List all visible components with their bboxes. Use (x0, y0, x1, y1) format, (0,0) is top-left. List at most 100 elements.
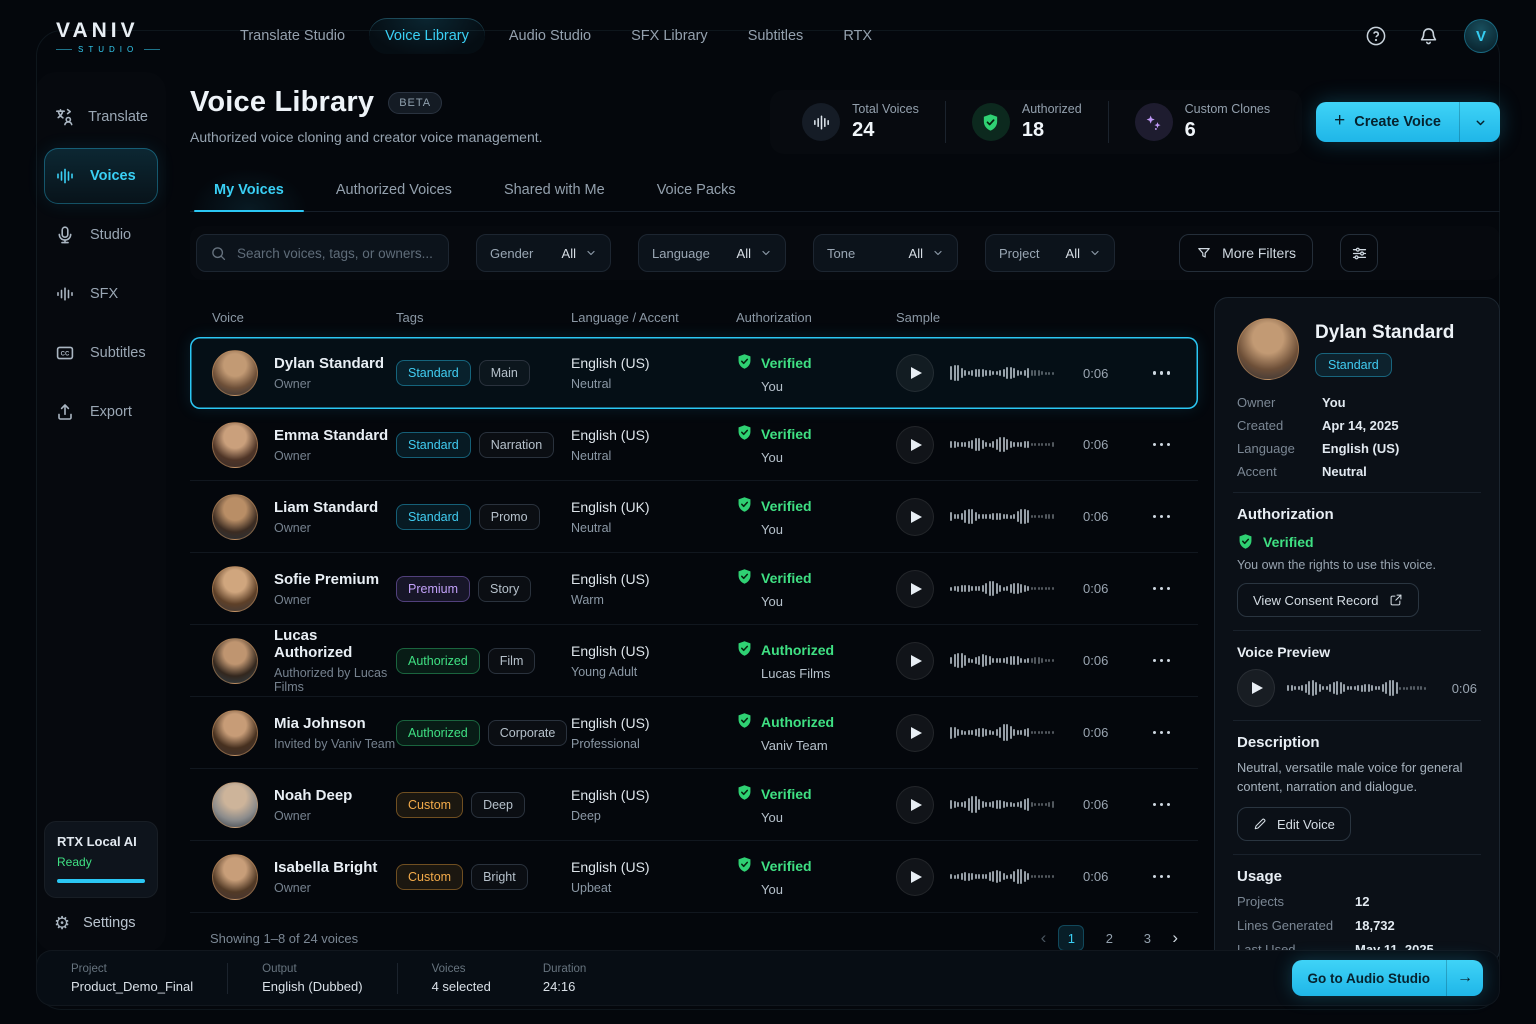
play-button[interactable] (896, 570, 934, 608)
tab-authorized-voices[interactable]: Authorized Voices (332, 172, 456, 211)
table-row[interactable]: Liam Standard Owner Standard Promo Engli… (190, 481, 1198, 553)
table-row[interactable]: Emma Standard Owner Standard Narration E… (190, 409, 1198, 481)
page-button-2[interactable]: 2 (1096, 925, 1122, 951)
user-avatar[interactable]: V (1464, 19, 1498, 53)
create-voice-button[interactable]: +Create Voice (1316, 102, 1500, 142)
view-options-button[interactable] (1340, 234, 1378, 272)
sample-duration: 0:06 (1083, 366, 1108, 381)
play-button[interactable] (896, 354, 934, 392)
voice-accent: Neutral (571, 377, 736, 391)
play-button[interactable] (896, 426, 934, 464)
play-button[interactable] (896, 642, 934, 680)
funnel-icon (1196, 245, 1212, 261)
row-menu-button[interactable] (1151, 797, 1173, 813)
voice-avatar (212, 566, 258, 612)
search-icon (210, 245, 227, 262)
filter-value: All (1040, 246, 1080, 261)
row-menu-button[interactable] (1151, 509, 1173, 525)
voice-name: Lucas Authorized (274, 627, 396, 661)
more-filters-button[interactable]: More Filters (1179, 234, 1313, 272)
voice-preview: 0:06 (1237, 669, 1477, 707)
topnav-tab-rtx[interactable]: RTX (827, 18, 888, 54)
language-filter[interactable]: Language All (638, 234, 786, 272)
voice-language: English (US) (571, 859, 736, 875)
stat-value: 6 (1185, 119, 1270, 142)
row-menu-button[interactable] (1151, 653, 1173, 669)
row-menu-button[interactable] (1151, 581, 1173, 597)
sidebar-item-studio[interactable]: Studio (44, 207, 158, 263)
bottombar-voices: Voices 4 selected (397, 963, 525, 994)
play-button[interactable] (896, 786, 934, 824)
prev-page-button[interactable]: ‹ (1041, 928, 1047, 948)
auth-by: You (761, 810, 896, 825)
chevron-down-icon (760, 247, 772, 259)
voice-avatar (212, 854, 258, 900)
voice-accent: Neutral (571, 449, 736, 463)
sidebar-item-settings[interactable]: ⚙ Settings (44, 898, 158, 938)
go-to-audio-studio-button[interactable]: Go to Audio Studio → (1292, 960, 1483, 996)
pencil-icon (1253, 817, 1267, 831)
tone-filter[interactable]: Tone All (813, 234, 958, 272)
project-filter[interactable]: Project All (985, 234, 1115, 272)
play-button[interactable] (896, 714, 934, 752)
play-icon (911, 367, 922, 379)
tab-voice-packs[interactable]: Voice Packs (653, 172, 740, 211)
voices-icon (54, 166, 76, 186)
brand-logo: VANIV STUDIO (56, 19, 166, 54)
topnav-tab-audio-studio[interactable]: Audio Studio (493, 18, 607, 54)
table-row[interactable]: Noah Deep Owner Custom Deep English (US)… (190, 769, 1198, 841)
sidebar-item-label: Studio (90, 227, 131, 243)
help-button[interactable] (1360, 20, 1392, 52)
authorization-status: Verified (1237, 533, 1477, 550)
bottombar-value: 24:16 (543, 979, 586, 994)
search-input[interactable] (237, 246, 435, 261)
topnav-tab-subtitles[interactable]: Subtitles (732, 18, 820, 54)
play-button[interactable] (896, 498, 934, 536)
sidebar-item-translate[interactable]: Translate (44, 89, 158, 145)
page-button-3[interactable]: 3 (1134, 925, 1160, 951)
preview-duration: 0:06 (1452, 681, 1477, 696)
row-menu-button[interactable] (1151, 365, 1173, 381)
create-voice-dropdown[interactable] (1460, 116, 1500, 129)
voice-tag-secondary: Corporate (488, 720, 568, 746)
column-header-sample: Sample (896, 310, 1198, 325)
table-row[interactable]: Dylan Standard Owner Standard Main Engli… (190, 337, 1198, 409)
view-consent-record-button[interactable]: View Consent Record (1237, 583, 1419, 617)
sidebar-item-export[interactable]: Export (44, 384, 158, 440)
preview-play-button[interactable] (1237, 669, 1275, 707)
sparkles-icon (1135, 103, 1173, 141)
tab-my-voices[interactable]: My Voices (210, 172, 288, 211)
next-page-button[interactable]: › (1172, 928, 1178, 948)
sidebar-item-sfx[interactable]: SFX (44, 266, 158, 322)
voice-avatar (212, 350, 258, 396)
sidebar-item-voices[interactable]: Voices (44, 148, 158, 204)
voice-tag-primary: Custom (396, 792, 463, 818)
create-voice-label: Create Voice (1354, 114, 1441, 130)
page-button-1[interactable]: 1 (1058, 925, 1084, 951)
auth-by: You (761, 594, 896, 609)
gender-filter[interactable]: Gender All (476, 234, 611, 272)
topnav-tab-sfx-library[interactable]: SFX Library (615, 18, 724, 54)
shield-check-icon (736, 496, 753, 516)
detail-info-list: Owner You Created Apr 14, 2025 Language … (1237, 395, 1477, 479)
stat-custom-clones: Custom Clones 6 (1108, 101, 1296, 143)
play-button[interactable] (896, 858, 934, 896)
row-menu-button[interactable] (1151, 869, 1173, 885)
table-row[interactable]: Mia Johnson Invited by Vaniv Team Author… (190, 697, 1198, 769)
table-row[interactable]: Sofie Premium Owner Premium Story Englis… (190, 553, 1198, 625)
notifications-button[interactable] (1412, 20, 1444, 52)
table-row[interactable]: Lucas Authorized Authorized by Lucas Fil… (190, 625, 1198, 697)
topnav-tab-translate-studio[interactable]: Translate Studio (224, 18, 361, 54)
edit-voice-button[interactable]: Edit Voice (1237, 807, 1351, 841)
topnav-tab-voice-library[interactable]: Voice Library (369, 18, 485, 54)
row-menu-button[interactable] (1151, 725, 1173, 741)
table-row[interactable]: Isabella Bright Owner Custom Bright Engl… (190, 841, 1198, 913)
sidebar-item-subtitles[interactable]: CC Subtitles (44, 325, 158, 381)
stat-label: Authorized (1022, 102, 1082, 116)
voice-tag-secondary: Narration (479, 432, 554, 458)
tab-shared-with-me[interactable]: Shared with Me (500, 172, 609, 211)
auth-status: Verified (761, 786, 812, 802)
voice-owner: Owner (274, 809, 352, 823)
voice-accent: Upbeat (571, 881, 736, 895)
row-menu-button[interactable] (1151, 437, 1173, 453)
